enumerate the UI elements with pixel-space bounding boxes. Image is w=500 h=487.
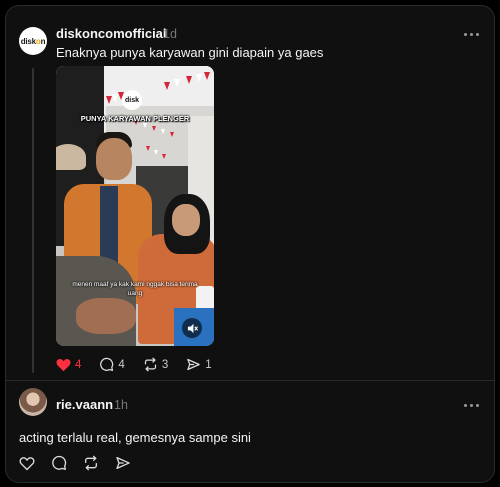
post-actions: 4 4 3 1 <box>56 357 230 372</box>
comment-icon <box>52 455 67 470</box>
post-username[interactable]: diskoncomofficial <box>56 26 167 41</box>
avatar-logo-text-end: n <box>40 36 46 46</box>
post-video[interactable]: disk PUNYA KARYAWAN PLENGER menen maaf y… <box>56 66 214 346</box>
like-button[interactable]: 4 <box>56 358 81 372</box>
reply-username[interactable]: rie.vaann <box>56 397 113 412</box>
mute-icon[interactable] <box>182 318 202 338</box>
post-timestamp[interactable]: 1d <box>163 27 177 41</box>
reply-text: acting terlalu real, gemesnya sampe sini <box>19 430 251 445</box>
reply-avatar[interactable] <box>19 388 47 416</box>
divider <box>6 380 494 381</box>
like-count: 4 <box>75 358 82 371</box>
reply-button[interactable]: 4 <box>99 357 125 372</box>
comment-icon <box>100 357 114 372</box>
reply-timestamp[interactable]: 1h <box>114 398 128 412</box>
reply-comment-button[interactable] <box>51 455 67 471</box>
reply-more-options-icon[interactable] <box>461 399 481 411</box>
more-options-icon[interactable] <box>461 28 481 40</box>
avatar-logo-text: disk <box>20 36 36 46</box>
share-button[interactable]: 1 <box>186 357 212 372</box>
post-caption: Enaknya punya karyawan gini diapain ya g… <box>56 45 324 60</box>
heart-filled-icon <box>56 358 71 371</box>
send-icon <box>116 457 130 469</box>
reply-actions <box>19 455 147 471</box>
reply-share-button[interactable] <box>115 455 131 471</box>
thread-line <box>32 68 34 373</box>
reply-repost-button[interactable] <box>83 455 99 471</box>
repost-count: 3 <box>161 358 169 371</box>
video-subtitle-text: menen maaf ya kak kami nggak bisa terima… <box>72 281 198 297</box>
thread-card: disk o n diskoncomofficial 1d Enaknya puny… <box>5 5 495 483</box>
reply-count: 4 <box>118 358 125 371</box>
send-icon <box>187 358 200 371</box>
repost-button[interactable]: 3 <box>143 357 168 372</box>
repost-icon <box>144 357 156 372</box>
repost-icon <box>85 455 97 471</box>
reply-like-button[interactable] <box>19 456 35 471</box>
share-count: 1 <box>205 358 212 371</box>
heart-icon <box>19 456 35 470</box>
video-logo: disk <box>122 90 142 110</box>
avatar[interactable]: disk o n <box>19 27 47 55</box>
video-title-text: PUNYA KARYAWAN PLENGER <box>80 114 190 123</box>
